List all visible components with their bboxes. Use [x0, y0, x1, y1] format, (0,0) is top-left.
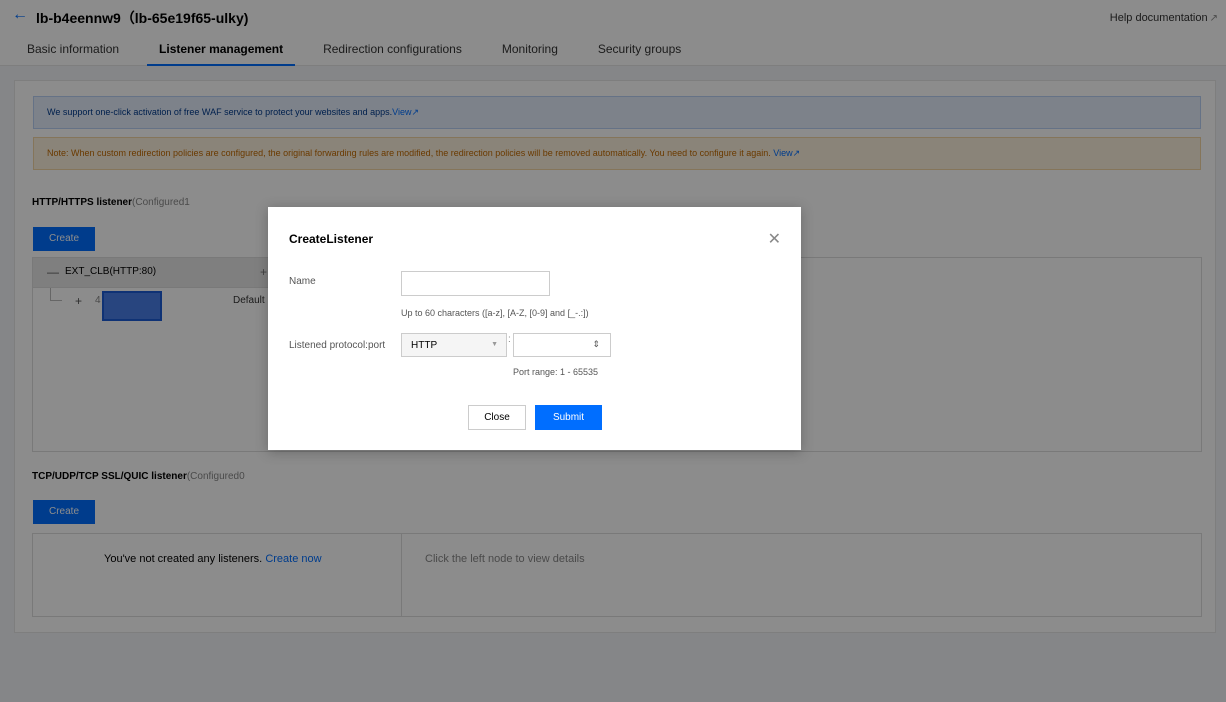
name-hint: Up to 60 characters ([a-z], [A-Z, [0-9] …	[401, 308, 589, 318]
submit-button[interactable]: Submit	[535, 405, 602, 430]
caret-down-icon: ▼	[491, 341, 498, 348]
close-icon[interactable]: ✕	[768, 229, 781, 249]
protocol-select[interactable]: HTTP ▼	[401, 333, 507, 357]
stepper-icon[interactable]: ⇕	[592, 339, 600, 350]
port-hint: Port range: 1 - 65535	[513, 367, 599, 377]
name-input[interactable]	[401, 271, 550, 296]
close-button[interactable]: Close	[468, 405, 526, 430]
dialog-title: CreateListener	[289, 232, 374, 246]
protocol-port-label: Listened protocol:port	[289, 340, 386, 351]
port-input[interactable]: ⇕	[513, 333, 611, 357]
create-listener-dialog: CreateListener ✕ Name Up to 60 character…	[268, 207, 801, 450]
protocol-value: HTTP	[411, 340, 438, 351]
name-label: Name	[289, 276, 316, 287]
port-separator: :	[508, 334, 511, 345]
